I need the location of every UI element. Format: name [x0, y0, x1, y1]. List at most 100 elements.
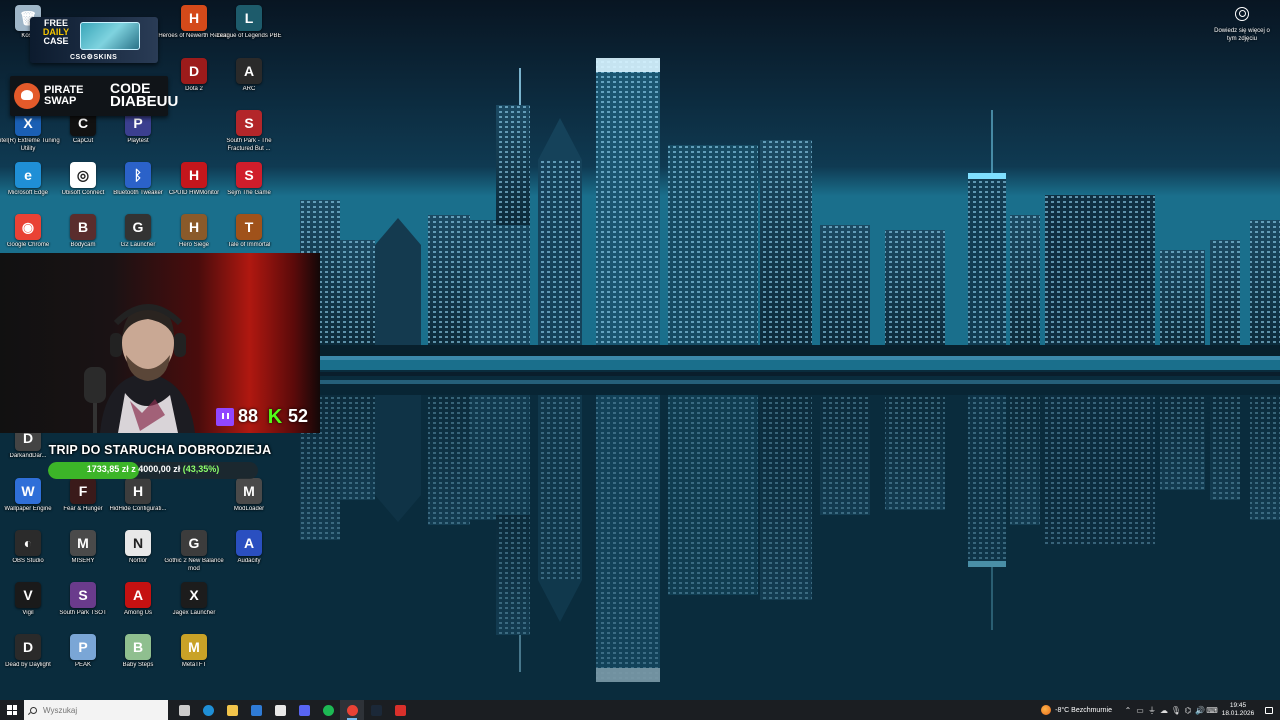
- taskbar-steam-button[interactable]: [364, 700, 388, 720]
- sejm-the-game-icon: S: [236, 162, 262, 188]
- taskbar-file-explorer-button[interactable]: [220, 700, 244, 720]
- hero-siege-icon: H: [181, 214, 207, 240]
- desktop-shortcut[interactable]: A Audacity: [221, 530, 277, 580]
- desktop-shortcut[interactable]: S South Park TSOT: [55, 582, 111, 632]
- desktop-shortcut[interactable]: B Baby Steps: [110, 634, 166, 684]
- start-button[interactable]: [0, 700, 24, 720]
- learn-about-picture-text: Dowiedz się więcej o tym zdjęciu: [1214, 28, 1270, 42]
- desktop-shortcut[interactable]: P Playtest: [110, 110, 166, 160]
- usb-icon[interactable]: ⏚: [1146, 700, 1158, 720]
- clock[interactable]: 19:45 18.01.2026: [1218, 702, 1258, 718]
- desktop-shortcut[interactable]: V Vigil: [0, 582, 56, 632]
- taskbar-discord-icon: [298, 704, 310, 716]
- taskbar-spotify-button[interactable]: [316, 700, 340, 720]
- clock-date: 18.01.2026: [1221, 710, 1255, 717]
- desktop-shortcut[interactable]: L League of Legends PBE: [216, 5, 282, 55]
- learn-about-picture[interactable]: Dowiedz się więcej o tym zdjęciu: [1212, 7, 1272, 43]
- google-chrome-icon: ◉: [15, 214, 41, 240]
- taskbar-recorder-button[interactable]: [388, 700, 412, 720]
- gothic-balance-icon: G: [181, 530, 207, 556]
- taskbar-steam-icon: [370, 704, 382, 716]
- fear-hunger-icon: F: [70, 478, 96, 504]
- cloud-icon[interactable]: ☁: [1158, 700, 1170, 720]
- desktop-shortcut[interactable]: A Among Us: [110, 582, 166, 632]
- desktop-shortcut[interactable]: S Sejm The Game: [221, 162, 277, 212]
- notification-icon: [1265, 706, 1273, 714]
- weather-widget[interactable]: -8°C Bezchmurnie: [1037, 705, 1122, 715]
- desktop-shortcut[interactable]: M MetaTFT: [166, 634, 222, 684]
- kick-viewers: K 52: [266, 406, 308, 427]
- taskbar-spotify-icon: [322, 704, 334, 716]
- desktop-shortcut[interactable]: ◎ Ubisoft Connect: [55, 162, 111, 212]
- cpuid-hwmonitor-icon: H: [181, 162, 207, 188]
- desktop-shortcut[interactable]: W Wallpaper Engine: [0, 478, 56, 528]
- desktop-shortcut-label: Playtest: [127, 138, 149, 144]
- desktop-shortcut[interactable]: H HidHide Configurati...: [109, 478, 167, 528]
- taskbar-mail-button[interactable]: [244, 700, 268, 720]
- camera-info-icon[interactable]: [1235, 7, 1249, 21]
- taskbar-mail-icon: [250, 704, 262, 716]
- desktop-shortcut-label: Sejm The Game: [227, 190, 271, 196]
- desktop-shortcut[interactable]: e Microsoft Edge: [0, 162, 56, 212]
- desktop-shortcut-label: Tale of Immortal: [227, 242, 271, 248]
- desktop-shortcut[interactable]: P PEAK: [55, 634, 111, 684]
- desktop-shortcut[interactable]: M MISERY: [55, 530, 111, 580]
- league-of-legends-pbe-icon: L: [236, 5, 262, 31]
- desktop-shortcut[interactable]: D Dead by Daylight: [0, 634, 56, 684]
- system-tray: -8°C Bezchmurnie ⌃ ▭ ⏚ ☁ 🎙 ⌬ 🔊 ⌨ 19:45 1…: [1037, 700, 1280, 720]
- taskbar-apps: [172, 700, 412, 720]
- twitch-viewers: 88: [215, 406, 258, 427]
- taskbar-recorder-icon: [394, 704, 406, 716]
- desktop-shortcut-label: Jagex Launcher: [172, 610, 216, 616]
- dead-by-daylight-icon: D: [15, 634, 41, 660]
- taskbar-store-button[interactable]: [268, 700, 292, 720]
- promo-code: CODE DIABEUU: [110, 81, 178, 109]
- desktop-shortcut[interactable]: X Jagex Launcher: [166, 582, 222, 632]
- desktop-shortcut[interactable]: C CapCut: [55, 110, 111, 160]
- taskbar-discord-button[interactable]: [292, 700, 316, 720]
- hidden-app-icon[interactable]: ▭: [1134, 700, 1146, 720]
- desktop-shortcut[interactable]: ◐ OBS Studio: [0, 530, 56, 580]
- donation-goal: TRIP DO STARUCHA DOBRODZIEJA 1733,85 zł …: [40, 443, 280, 479]
- swap-line: SWAP: [44, 95, 77, 107]
- volume-icon[interactable]: 🔊: [1194, 700, 1206, 720]
- nortlor-icon: N: [125, 530, 151, 556]
- taskbar-chrome-button[interactable]: [340, 700, 364, 720]
- vigil-icon: V: [15, 582, 41, 608]
- language-icon[interactable]: ⌨: [1206, 700, 1218, 720]
- peak-icon: P: [70, 634, 96, 660]
- arc-icon: A: [236, 58, 262, 84]
- search-icon: [30, 706, 37, 714]
- microsoft-edge-icon: e: [15, 162, 41, 188]
- desktop-shortcut[interactable]: X Intel(R) Extreme Tuning Utility: [0, 110, 60, 160]
- desktop-shortcut-label: ARC: [242, 86, 256, 92]
- south-park-tsot-icon: S: [70, 582, 96, 608]
- desktop-shortcut[interactable]: S South Park - The Fractured But ...: [221, 110, 277, 160]
- viewer-counts: 88 K 52: [215, 406, 308, 427]
- desktop-shortcut-label: HidHide Configurati...: [109, 506, 167, 512]
- kick-icon: K: [267, 405, 283, 428]
- notifications-button[interactable]: [1258, 700, 1280, 720]
- search-input[interactable]: [43, 705, 153, 715]
- network-icon[interactable]: ⌬: [1182, 700, 1194, 720]
- desktop-shortcut[interactable]: F Fear & Hunger: [55, 478, 111, 528]
- taskbar-search[interactable]: [24, 700, 168, 720]
- promo-case-line: CASE: [43, 36, 69, 46]
- jagex-launcher-icon: X: [181, 582, 207, 608]
- pirate-swap-logo: PIRATE SWAP: [44, 85, 104, 107]
- desktop-shortcut[interactable]: H Heroes of Newerth Reborn: [158, 5, 230, 55]
- desktop-shortcut[interactable]: M ModLoader: [221, 478, 277, 528]
- desktop-shortcut[interactable]: H CPUID HWMonitor: [166, 162, 222, 212]
- donation-goal-title: TRIP DO STARUCHA DOBRODZIEJA: [48, 443, 272, 457]
- taskbar-edge-button[interactable]: [196, 700, 220, 720]
- taskbar-task-view-button[interactable]: [172, 700, 196, 720]
- desktop-shortcut[interactable]: G Gothic 2 New Balance mod: [164, 530, 224, 580]
- g2-launcher-icon: G: [125, 214, 151, 240]
- case-image: [80, 22, 140, 50]
- microphone-icon[interactable]: 🎙: [1170, 700, 1182, 720]
- desktop-shortcut[interactable]: A ARC: [221, 58, 277, 108]
- wallpaper-engine-icon: W: [15, 478, 41, 504]
- chevron-up-icon[interactable]: ⌃: [1122, 700, 1134, 720]
- desktop-shortcut[interactable]: ᛒ Bluetooth Tweaker: [110, 162, 166, 212]
- misery-icon: M: [70, 530, 96, 556]
